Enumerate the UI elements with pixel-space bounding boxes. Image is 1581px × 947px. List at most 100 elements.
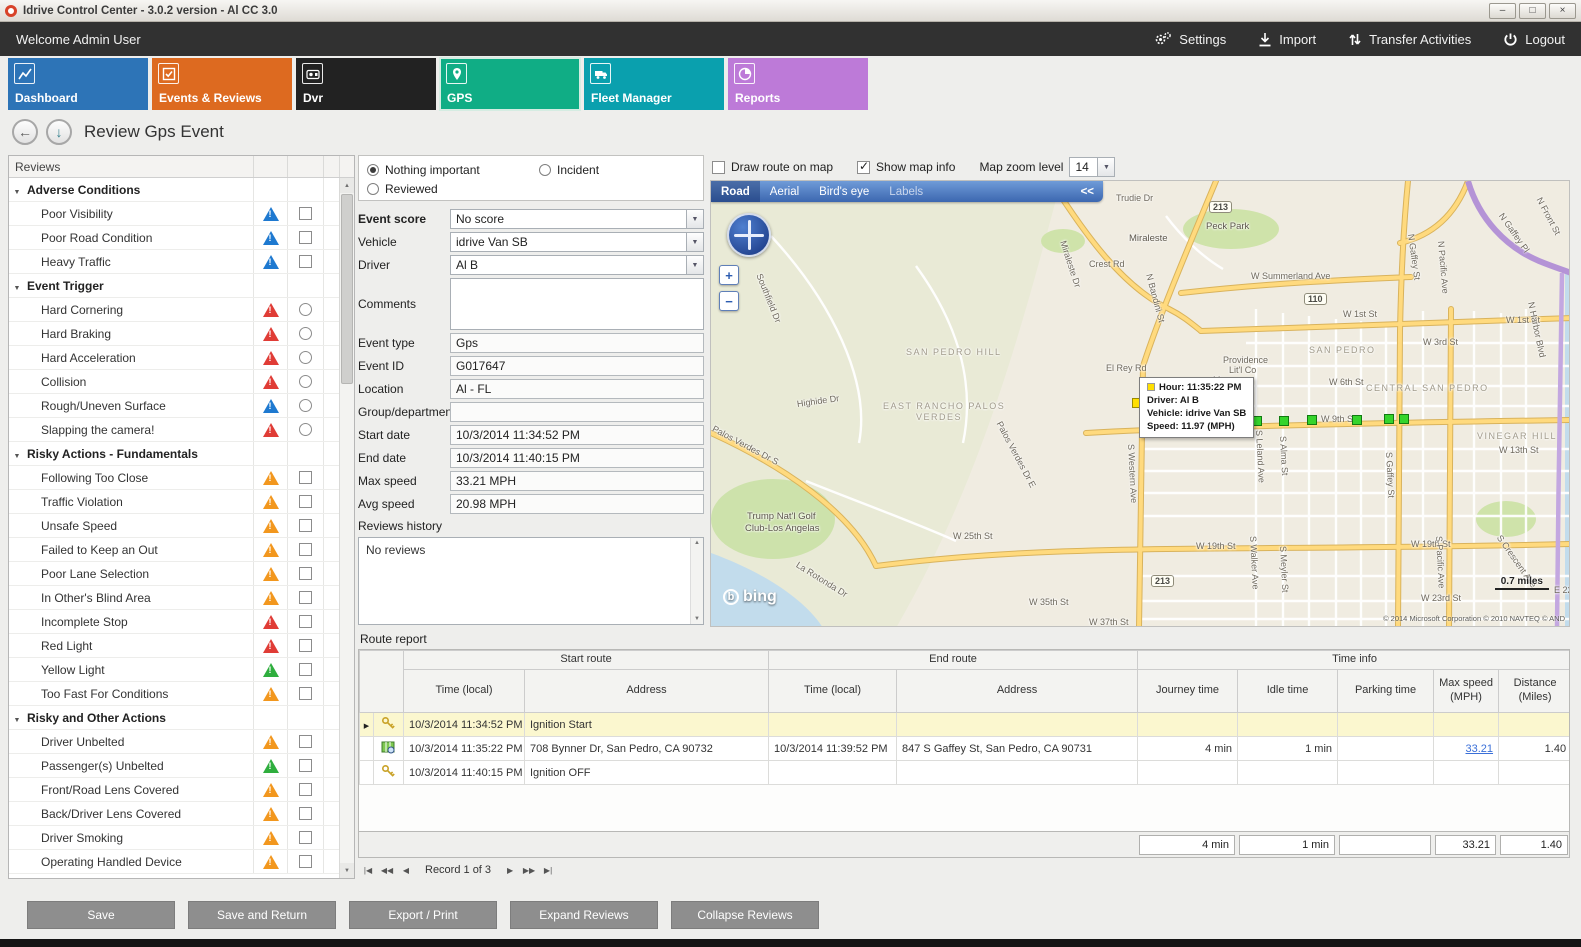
review-toggle[interactable] [299, 351, 312, 364]
route-point-marker[interactable] [1307, 415, 1317, 425]
col-parking-time[interactable]: Parking time [1338, 670, 1434, 713]
review-toggle[interactable] [299, 303, 312, 316]
tab-dvr[interactable]: Dvr [296, 58, 436, 110]
max-speed-link[interactable]: 33.21 [1466, 743, 1494, 755]
next-page-button[interactable] [521, 863, 537, 878]
review-toggle[interactable] [299, 231, 312, 244]
review-row[interactable]: Event Trigger [9, 274, 339, 298]
review-toggle[interactable] [299, 255, 312, 268]
review-toggle[interactable] [299, 567, 312, 580]
review-row[interactable]: Driver Unbelted [9, 730, 339, 754]
review-toggle[interactable] [299, 423, 312, 436]
reviews-history-box[interactable]: No reviews ▲▼ [358, 537, 704, 625]
driver-dropdown[interactable]: Al B [450, 255, 704, 275]
col-max-speed[interactable]: Max speed (MPH) [1434, 670, 1499, 713]
radio-nothing-important[interactable]: Nothing important [367, 163, 539, 177]
show-map-info-checkbox[interactable] [857, 161, 870, 174]
review-row[interactable]: Hard Braking [9, 322, 339, 346]
group-department-field[interactable] [450, 402, 704, 422]
review-row[interactable]: Heavy Traffic [9, 250, 339, 274]
radio-icon[interactable] [539, 164, 551, 176]
review-row[interactable]: Hard Cornering [9, 298, 339, 322]
map-zoom-out-button[interactable] [719, 291, 739, 311]
radio-icon[interactable] [367, 164, 379, 176]
review-toggle[interactable] [299, 471, 312, 484]
review-toggle[interactable] [299, 855, 312, 868]
export-print-button[interactable]: Export / Print [349, 901, 497, 929]
review-toggle[interactable] [299, 807, 312, 820]
review-toggle[interactable] [299, 519, 312, 532]
review-row[interactable]: Slapping the camera! [9, 418, 339, 442]
review-toggle[interactable] [299, 615, 312, 628]
tab-reports[interactable]: Reports [728, 58, 868, 110]
review-row[interactable]: Driver Smoking [9, 826, 339, 850]
import-button[interactable]: Import [1258, 32, 1316, 47]
back-button[interactable] [12, 119, 38, 145]
prev-record-button[interactable] [398, 863, 414, 878]
review-row[interactable]: Poor Lane Selection [9, 562, 339, 586]
review-row[interactable]: Back/Driver Lens Covered [9, 802, 339, 826]
map-nav-collapse-button[interactable]: << [1072, 186, 1103, 198]
radio-icon[interactable] [367, 183, 379, 195]
end-date-field[interactable]: 10/3/2014 11:40:15 PM [450, 448, 704, 468]
comments-input[interactable] [450, 278, 704, 330]
review-row[interactable]: Yellow Light [9, 658, 339, 682]
map-road-button[interactable]: Road [711, 181, 760, 202]
review-row[interactable]: Operating Handled Device [9, 850, 339, 874]
chevron-down-icon[interactable] [686, 233, 703, 251]
chevron-down-icon[interactable] [1097, 158, 1114, 176]
col-start-time[interactable]: Time (local) [404, 670, 525, 713]
scroll-thumb[interactable] [341, 194, 353, 384]
group-expander-icon[interactable] [9, 279, 25, 293]
minimize-button[interactable]: – [1489, 3, 1516, 19]
review-toggle[interactable] [299, 543, 312, 556]
route-point-marker[interactable] [1352, 415, 1362, 425]
close-button[interactable]: × [1549, 3, 1576, 19]
tab-gps[interactable]: GPS [440, 58, 580, 110]
review-row[interactable]: Poor Visibility [9, 202, 339, 226]
scroll-down-icon[interactable]: ▼ [340, 863, 354, 878]
col-end-address[interactable]: Address [897, 670, 1138, 713]
review-row[interactable]: Risky and Other Actions [9, 706, 339, 730]
review-row[interactable]: Poor Road Condition [9, 226, 339, 250]
review-row[interactable]: Failed to Keep an Out [9, 538, 339, 562]
map-aerial-button[interactable]: Aerial [760, 181, 809, 202]
review-toggle[interactable] [299, 375, 312, 388]
save-and-return-button[interactable]: Save and Return [188, 901, 336, 929]
prev-page-button[interactable] [379, 863, 395, 878]
review-toggle[interactable] [299, 663, 312, 676]
event-score-dropdown[interactable]: No score [450, 209, 704, 229]
map-zoom-in-button[interactable] [719, 265, 739, 285]
col-end-time[interactable]: Time (local) [769, 670, 897, 713]
review-row[interactable]: Passenger(s) Unbelted [9, 754, 339, 778]
map-compass-control[interactable] [727, 213, 771, 257]
review-toggle[interactable] [299, 591, 312, 604]
map-labels-button[interactable]: Labels [879, 181, 933, 202]
review-toggle[interactable] [299, 831, 312, 844]
review-toggle[interactable] [299, 759, 312, 772]
tab-fleet-manager[interactable]: Fleet Manager [584, 58, 724, 110]
review-row[interactable]: Collision [9, 370, 339, 394]
draw-route-checkbox[interactable] [712, 161, 725, 174]
event-type-field[interactable]: Gps [450, 333, 704, 353]
review-row[interactable]: Hard Acceleration [9, 346, 339, 370]
first-record-button[interactable] [360, 863, 376, 878]
tab-dashboard[interactable]: Dashboard [8, 58, 148, 110]
review-row[interactable]: Adverse Conditions [9, 178, 339, 202]
route-point-marker[interactable] [1279, 416, 1289, 426]
review-toggle[interactable] [299, 735, 312, 748]
route-row-ignition-off[interactable]: 10/3/2014 11:40:15 PM Ignition OFF [360, 761, 1571, 785]
transfer-activities-button[interactable]: Transfer Activities [1348, 32, 1471, 47]
expand-reviews-button[interactable]: Expand Reviews [510, 901, 658, 929]
event-id-field[interactable]: G017647 [450, 356, 704, 376]
col-journey-time[interactable]: Journey time [1138, 670, 1238, 713]
scroll-up-icon[interactable]: ▲ [340, 178, 354, 193]
save-button[interactable]: Save [27, 901, 175, 929]
max-speed-field[interactable]: 33.21 MPH [450, 471, 704, 491]
route-point-marker[interactable] [1399, 414, 1409, 424]
reviews-scrollbar[interactable]: ▲ ▼ [339, 178, 354, 878]
col-start-address[interactable]: Address [525, 670, 769, 713]
map-birdseye-button[interactable]: Bird's eye [809, 181, 879, 202]
review-row[interactable]: Risky Actions - Fundamentals [9, 442, 339, 466]
review-toggle[interactable] [299, 687, 312, 700]
